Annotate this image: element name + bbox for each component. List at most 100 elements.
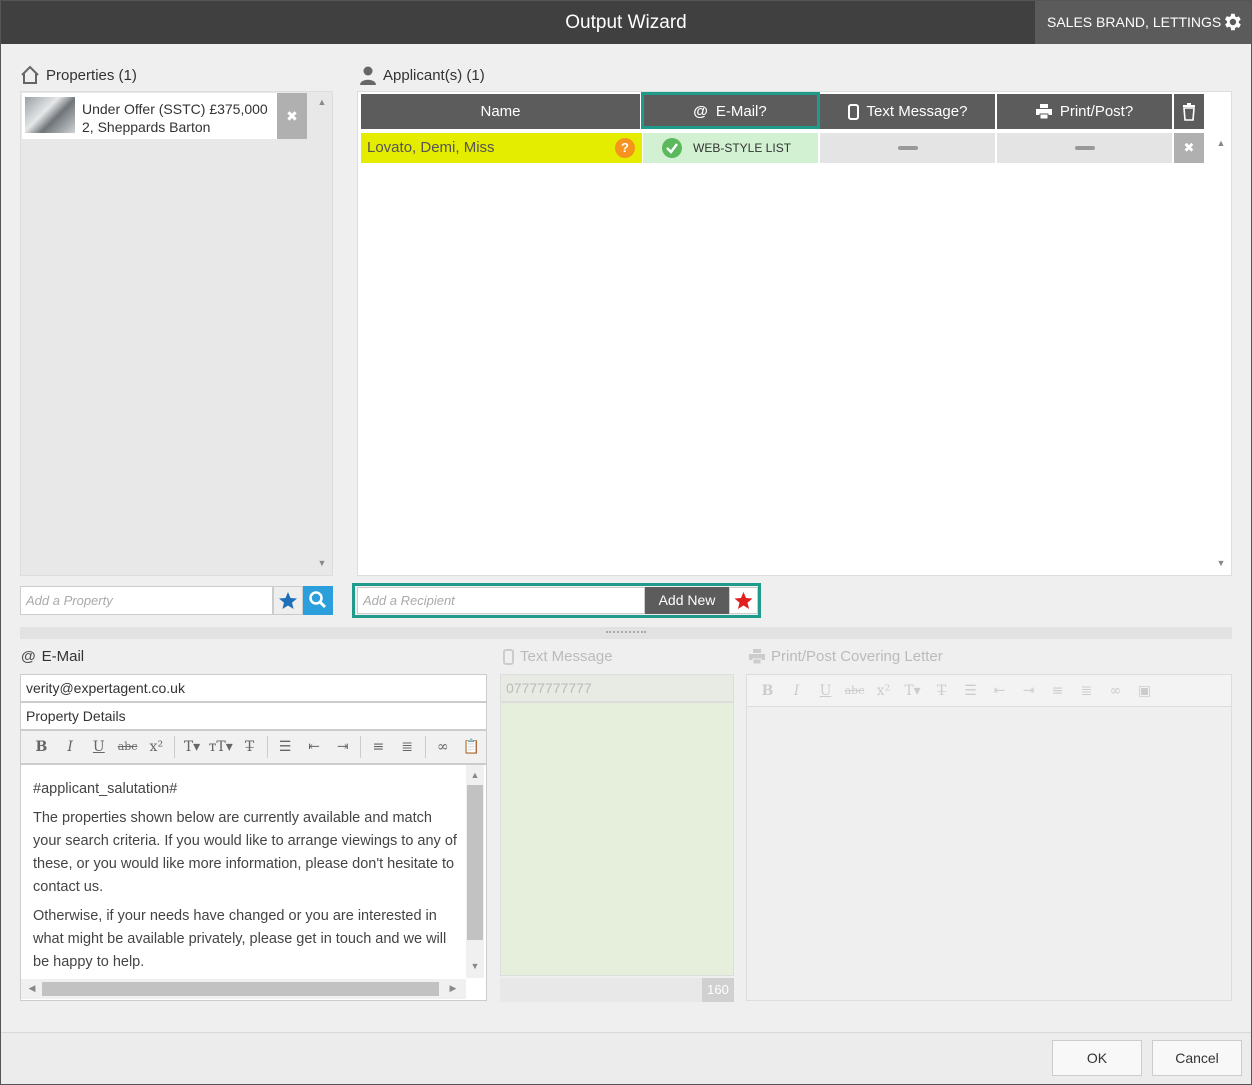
applicant-text-cell[interactable] xyxy=(820,133,995,163)
align-left-icon[interactable]: ≡ xyxy=(364,735,393,759)
favourite-recipients-button[interactable] xyxy=(729,587,758,614)
strikethrough-icon: abc xyxy=(844,683,865,697)
scroll-up-arrow[interactable]: ▲ xyxy=(470,770,480,780)
email-body-salutation: #applicant_salutation# xyxy=(33,781,178,797)
remove-property-button[interactable]: ✖ xyxy=(277,93,307,139)
bold-icon: B xyxy=(761,682,774,699)
property-status-price: Under Offer (SSTC) £375,000 xyxy=(82,101,268,117)
scroll-left-arrow[interactable]: ◀ xyxy=(27,983,37,994)
column-header-name[interactable]: Name xyxy=(361,94,640,129)
email-editor-toolbar: B I U abc x² T▾ тT▾ T̶ ☰ ⇤ ⇥ ≡ ≣ ∞ 📋 xyxy=(20,730,487,764)
scroll-up-arrow[interactable]: ▲ xyxy=(1216,138,1226,148)
column-header-print-post[interactable]: Print/Post? xyxy=(997,94,1172,129)
title-bar: Output Wizard SALES BRAND, LETTINGS xyxy=(1,1,1251,44)
clear-format-icon[interactable]: T̶ xyxy=(235,735,264,759)
add-property-input[interactable]: Add a Property xyxy=(20,586,273,615)
gear-icon xyxy=(1225,13,1241,31)
email-vertical-scroll-thumb[interactable] xyxy=(467,785,483,940)
search-property-button[interactable] xyxy=(303,586,333,615)
italic-icon: I xyxy=(793,682,800,699)
outdent-icon[interactable]: ⇤ xyxy=(300,735,329,759)
strikethrough-icon[interactable]: abc xyxy=(113,735,142,759)
bold-icon[interactable]: B xyxy=(27,735,56,759)
link-icon[interactable]: ∞ xyxy=(428,735,457,759)
properties-header-label: Properties (1) xyxy=(46,66,137,84)
mobile-phone-icon xyxy=(503,648,514,665)
star-icon xyxy=(279,592,297,609)
text-message-char-count: 160 xyxy=(702,978,734,1002)
column-print-label: Print/Post? xyxy=(1059,103,1134,120)
font-icon: T▾ xyxy=(904,682,921,699)
email-body-paragraph: Otherwise, if your needs have changed or… xyxy=(33,908,447,970)
indent-icon[interactable]: ⇥ xyxy=(328,735,357,759)
align-left-icon: ≡ xyxy=(1051,682,1064,699)
ok-button[interactable]: OK xyxy=(1052,1040,1142,1076)
scroll-down-arrow[interactable]: ▼ xyxy=(1216,558,1226,568)
delete-all-button[interactable] xyxy=(1174,94,1204,129)
email-body-text[interactable]: #applicant_salutation# The properties sh… xyxy=(33,778,458,980)
email-horizontal-scroll-thumb[interactable] xyxy=(42,982,439,996)
add-new-button[interactable]: Add New xyxy=(645,587,729,614)
text-message-body xyxy=(500,702,734,976)
applicant-print-cell[interactable] xyxy=(997,133,1172,163)
close-icon: ✖ xyxy=(286,108,298,124)
text-message-section-label: Text Message xyxy=(520,648,613,665)
splitter-grip[interactable] xyxy=(606,631,646,635)
brand-selector[interactable]: SALES BRAND, LETTINGS xyxy=(1035,1,1251,44)
remove-applicant-button[interactable]: ✖ xyxy=(1174,133,1204,163)
trash-icon xyxy=(1183,103,1195,121)
superscript-icon: x² xyxy=(876,682,891,699)
scroll-up-arrow[interactable]: ▲ xyxy=(317,97,327,107)
email-body-paragraph: The properties shown below are currently… xyxy=(33,810,457,895)
email-subject-field[interactable]: Property Details xyxy=(20,702,487,730)
column-header-text-message[interactable]: Text Message? xyxy=(820,94,995,129)
underline-icon: U xyxy=(819,682,832,699)
text-message-footer xyxy=(500,978,734,1002)
at-icon: @ xyxy=(21,648,36,665)
font-icon[interactable]: T▾ xyxy=(178,735,207,759)
email-column-highlight xyxy=(641,92,820,129)
italic-icon[interactable]: I xyxy=(56,735,85,759)
property-list-item[interactable]: Under Offer (SSTC) £375,000 2, Sheppards… xyxy=(22,93,307,139)
paste-icon[interactable]: 📋 xyxy=(457,735,486,759)
print-letter-editor xyxy=(746,674,1232,1001)
column-text-label: Text Message? xyxy=(866,103,968,120)
underline-icon[interactable]: U xyxy=(84,735,113,759)
cancel-button[interactable]: Cancel xyxy=(1152,1040,1242,1076)
mobile-phone-icon xyxy=(847,103,859,120)
bullet-list-icon[interactable]: ☰ xyxy=(271,735,300,759)
email-section-label: E-Mail xyxy=(41,648,85,665)
close-icon: ✖ xyxy=(1183,140,1195,155)
scroll-down-arrow[interactable]: ▼ xyxy=(470,961,480,971)
brand-label: SALES BRAND, LETTINGS xyxy=(1047,14,1222,30)
properties-header: Properties (1) xyxy=(20,65,137,85)
home-icon xyxy=(21,65,39,84)
link-icon: ∞ xyxy=(1109,682,1122,699)
text-message-number-field: 07777777777 xyxy=(500,674,734,702)
question-icon[interactable]: ? xyxy=(615,138,635,158)
applicant-name-cell[interactable]: Lovato, Demi, Miss xyxy=(361,133,642,163)
scroll-right-arrow[interactable]: ▶ xyxy=(448,983,458,994)
text-message-section-header: Text Message xyxy=(503,648,613,665)
applicants-grid xyxy=(357,91,1232,576)
print-section-label: Print/Post Covering Letter xyxy=(771,648,943,665)
scroll-down-arrow[interactable]: ▼ xyxy=(317,558,327,568)
print-editor-toolbar: B I U abc x² T▾ T̶ ☰ ⇤ ⇥ ≡ ≣ ∞ ▣ xyxy=(747,675,1231,707)
check-icon xyxy=(662,138,682,158)
dash-icon xyxy=(897,146,918,150)
search-icon xyxy=(309,591,327,609)
printer-icon xyxy=(1035,104,1052,119)
star-icon xyxy=(734,592,753,609)
align-justify-icon[interactable]: ≣ xyxy=(393,735,422,759)
add-recipient-input[interactable]: Add a Recipient xyxy=(357,587,645,614)
favourite-properties-button[interactable] xyxy=(273,586,303,615)
outdent-icon: ⇤ xyxy=(993,682,1006,699)
property-thumbnail xyxy=(25,97,75,133)
superscript-icon[interactable]: x² xyxy=(142,735,171,759)
properties-list xyxy=(20,91,333,576)
property-address: 2, Sheppards Barton xyxy=(82,119,211,135)
person-icon xyxy=(360,66,376,85)
email-to-field[interactable]: verity@expertagent.co.uk xyxy=(20,674,487,702)
font-size-icon[interactable]: тT▾ xyxy=(206,735,235,759)
bullet-list-icon: ☰ xyxy=(964,682,977,699)
